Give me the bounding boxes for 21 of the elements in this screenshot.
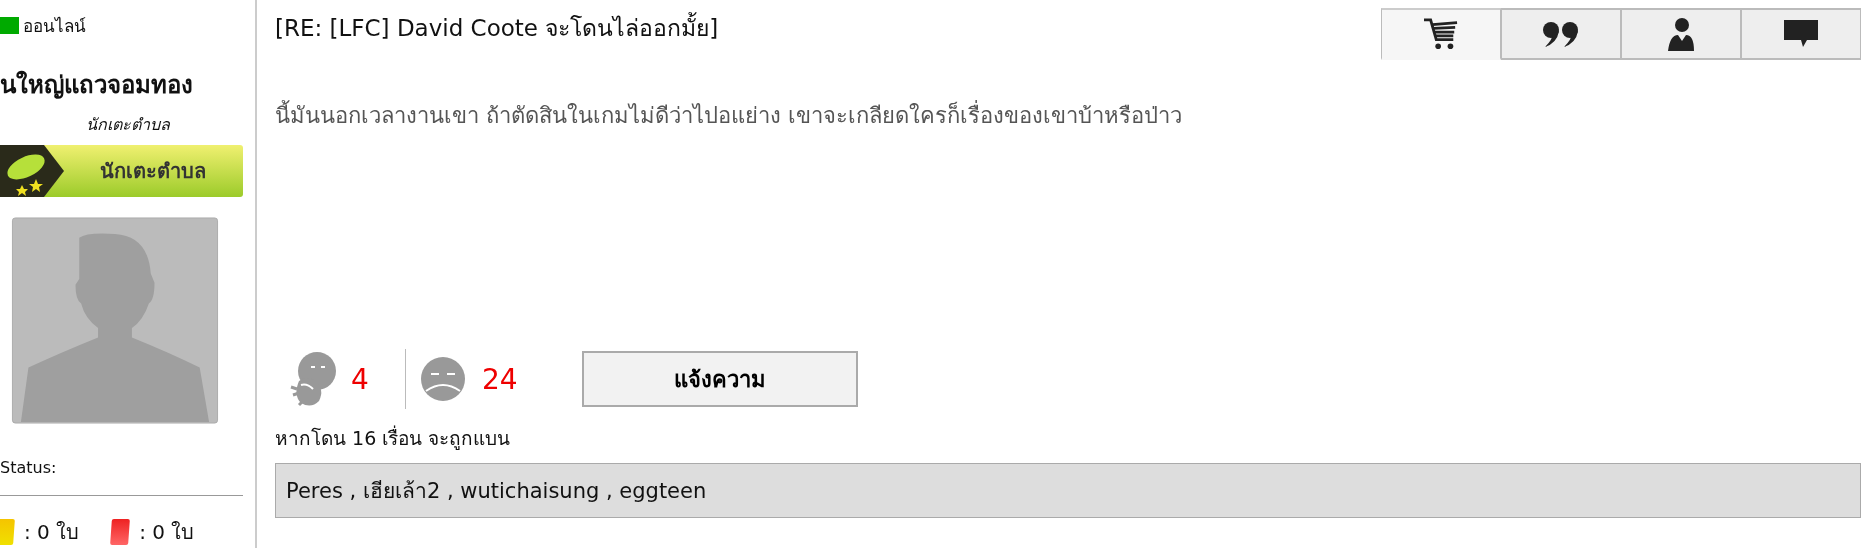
icon-tab[interactable] [1621,8,1741,60]
reaction-count: 24 [482,362,518,396]
post-body: นี้มันนอกเวลางานเขา ถ้าตัดสินในเกมไม่ดีว่าไปอแย่าง เขาจะเกลียดใครก็เรื่องของเขาบ้าหรือป่าว [275,98,1861,133]
user-rank: นักเตะตำบล [85,114,170,136]
user-icon [1666,17,1696,51]
online-status: ออนไลน์ [23,15,86,38]
icon-tab[interactable] [1741,8,1861,60]
report-button[interactable]: แจ้งความ [581,351,858,407]
card-count: : 0 ใบ [139,519,195,546]
reporters-list: Peres , เฮียเล้า2 , wutichaisung , eggteen [275,463,1861,518]
username: นใหญ่แถวจอมทอง [0,69,193,101]
card-count: : 0 ใบ [24,519,80,546]
reaction-count: 4 [351,362,370,396]
ban-notice: หากโดน 16 เรื่อน จะถูกแบน [275,424,512,452]
post-title: [RE: [LFC] David Coote จะโดนไล่ออกมั้ย] [275,10,719,46]
icon-tab[interactable] [1501,8,1621,60]
penalty-card-icon [110,519,131,545]
icon-tab[interactable] [1381,8,1501,60]
rank-badge: นักเตะตำบล [0,145,243,197]
warning-card-icon [0,519,15,545]
status-label: Status: [0,458,57,477]
